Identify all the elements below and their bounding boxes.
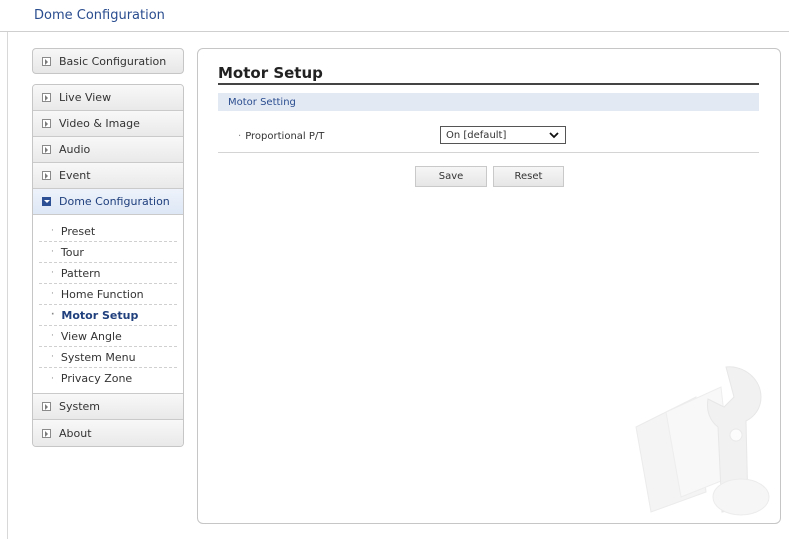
proportional-pt-label: Proportional P/T: [245, 131, 325, 142]
expand-icon: [42, 56, 51, 66]
main-panel: Motor Setup Motor Setting · Proportional …: [197, 48, 781, 524]
bullet-icon: ·: [51, 373, 54, 384]
sidebar-item-dome-configuration[interactable]: Dome Configuration: [33, 189, 183, 215]
save-button[interactable]: Save: [415, 166, 487, 187]
title-divider: [218, 83, 759, 85]
bullet-icon: ·: [238, 131, 242, 142]
submenu-item-tour[interactable]: · Tour: [39, 242, 177, 263]
sidebar-item-label: Basic Configuration: [59, 54, 167, 68]
collapse-icon: [42, 197, 51, 206]
section-header: Motor Setting: [218, 93, 759, 111]
tools-watermark-icon: [635, 366, 770, 516]
submenu-item-privacy-zone[interactable]: · Privacy Zone: [39, 368, 177, 389]
sidebar-item-label: Video & Image: [59, 117, 140, 130]
page-title: Motor Setup: [218, 64, 323, 82]
dome-configuration-submenu: · Preset · Tour · Pattern · Home Functio…: [33, 215, 183, 394]
expand-icon: [42, 93, 51, 102]
bullet-icon: ·: [51, 331, 54, 341]
header-title: Dome Configuration: [34, 8, 165, 23]
bullet-icon: ·: [51, 310, 55, 320]
proportional-pt-select[interactable]: On [default]: [440, 126, 566, 144]
sidebar-item-video-image[interactable]: Video & Image: [33, 111, 183, 137]
bullet-icon: ·: [51, 226, 54, 236]
sidebar-item-label: System: [59, 400, 101, 413]
section-title: Motor Setting: [228, 96, 296, 108]
submenu-item-view-angle[interactable]: · View Angle: [39, 326, 177, 347]
sidebar-menu: Live View Video & Image Audio Event Dome…: [32, 84, 184, 447]
submenu-item-label: System Menu: [60, 350, 136, 364]
reset-button[interactable]: Reset: [493, 166, 564, 187]
submenu-item-label: View Angle: [60, 329, 122, 343]
submenu-item-preset[interactable]: · Preset: [39, 221, 177, 242]
expand-icon: [42, 145, 51, 154]
submenu-item-label: Preset: [60, 224, 96, 238]
bullet-icon: ·: [51, 268, 54, 278]
bullet-icon: ·: [51, 247, 54, 257]
sidebar-item-system[interactable]: System: [33, 394, 183, 420]
submenu-item-pattern[interactable]: · Pattern: [39, 263, 177, 284]
submenu-item-label: Privacy Zone: [60, 372, 133, 385]
sidebar-item-basic-configuration[interactable]: Basic Configuration: [32, 48, 184, 74]
expand-icon: [42, 428, 51, 438]
sidebar-item-live-view[interactable]: Live View: [33, 85, 183, 111]
submenu-item-motor-setup[interactable]: · Motor Setup: [39, 305, 177, 326]
submenu-item-label: Tour: [60, 245, 84, 259]
expand-icon: [42, 402, 51, 411]
select-value: On [default]: [446, 129, 507, 141]
submenu-item-label: Home Function: [60, 287, 144, 301]
submenu-item-label: Pattern: [60, 266, 101, 280]
sidebar-item-label: Event: [59, 169, 91, 182]
sidebar-item-label: Dome Configuration: [59, 195, 170, 208]
sidebar-item-label: Audio: [59, 143, 91, 156]
sidebar-item-event[interactable]: Event: [33, 163, 183, 189]
bullet-icon: ·: [51, 289, 54, 299]
left-border: [7, 0, 8, 539]
field-label: · Proportional P/T: [238, 131, 324, 142]
submenu-item-system-menu[interactable]: · System Menu: [39, 347, 177, 368]
sidebar-item-label: About: [59, 426, 92, 440]
sidebar: Basic Configuration Live View Video & Im…: [32, 48, 184, 447]
sidebar-item-about[interactable]: About: [33, 420, 183, 446]
expand-icon: [42, 171, 51, 180]
proportional-pt-row: · Proportional P/T On [default]: [218, 121, 759, 153]
submenu-item-label: Motor Setup: [61, 308, 139, 322]
sidebar-item-audio[interactable]: Audio: [33, 137, 183, 163]
expand-icon: [42, 119, 51, 128]
submenu-item-home-function[interactable]: · Home Function: [39, 284, 177, 305]
header-bar: Dome Configuration: [0, 0, 789, 32]
bullet-icon: ·: [51, 352, 54, 362]
chevron-down-icon: [549, 132, 559, 139]
sidebar-item-label: Live View: [59, 91, 112, 104]
